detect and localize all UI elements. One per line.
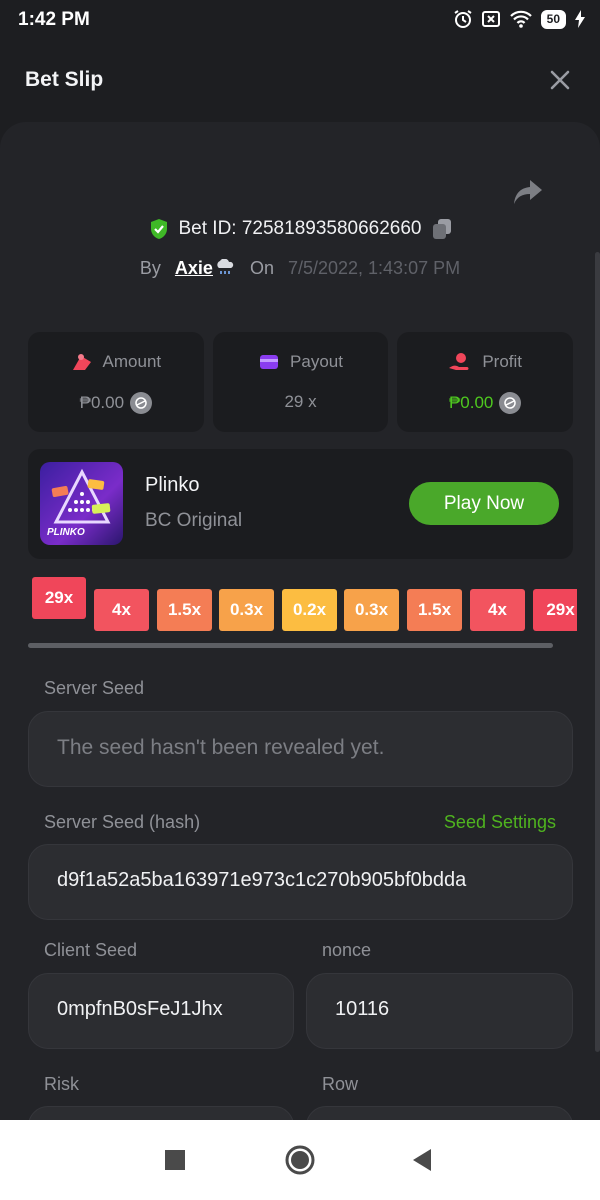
seed-settings-link[interactable]: Seed Settings — [444, 812, 556, 833]
profit-value-row: ₱0.00 — [397, 392, 573, 414]
user-name: Axie — [174, 258, 213, 278]
battery-indicator: 50 — [540, 9, 566, 29]
risk-label: Risk — [44, 1074, 79, 1094]
server-seed-value: The seed hasn't been revealed yet. — [57, 736, 385, 759]
row-field[interactable] — [306, 1106, 573, 1120]
amount-value: ₱0.00 — [79, 393, 125, 412]
plinko-thumbnail[interactable]: PLINKO — [40, 462, 123, 545]
server-seed-hash-field[interactable]: d9f1a52a5ba163971e973c1c270b905bf0bdda — [28, 844, 573, 920]
client-seed-field[interactable]: 0mpfnB0sFeJ1Jhx — [28, 973, 294, 1049]
client-seed-label: Client Seed — [44, 940, 138, 960]
bet-id-row: Bet ID: 72581893580662660 — [0, 218, 600, 240]
payout-label: Payout — [290, 352, 343, 371]
bet-id: Bet ID: 72581893580662660 — [178, 218, 422, 239]
bet-slip-header: Bet Slip — [0, 40, 600, 122]
payout-value-row: 29 x — [213, 392, 389, 412]
multiplier-slot: 29x — [533, 589, 577, 631]
nonce-label: nonce — [322, 940, 372, 960]
payout-icon — [260, 355, 279, 369]
amount-label: Amount — [102, 352, 162, 371]
recent-apps-icon[interactable] — [161, 1146, 189, 1174]
server-seed-label: Server Seed — [44, 678, 145, 698]
server-seed-field[interactable]: The seed hasn't been revealed yet. — [28, 711, 573, 787]
server-seed-hash-value: d9f1a52a5ba163971e973c1c270b905bf0bdda — [57, 869, 467, 891]
on-label: On — [249, 258, 274, 278]
currency-coin-icon — [499, 392, 522, 414]
amount-label-row: Amount — [28, 352, 204, 372]
nonce-field[interactable]: 10116 — [306, 973, 573, 1049]
multiplier-row: 29x 4x 1.5x 0.3x 0.2x 0.3x 1.5x 4x 29x — [32, 577, 577, 639]
multiplier-slot: 0.3x — [219, 589, 274, 631]
row-label: Row — [322, 1074, 359, 1094]
status-time: 1:42 PM — [18, 9, 90, 30]
bet-date: 7/5/2022, 1:43:07 PM — [287, 258, 461, 278]
system-nav-bar — [0, 1120, 600, 1200]
close-icon[interactable] — [548, 68, 572, 92]
currency-coin-icon — [130, 392, 153, 414]
plinko-thumb-label: PLINKO — [47, 527, 85, 538]
payout-label-row: Payout — [213, 352, 389, 372]
status-bar: 1:42 PM 50 — [0, 0, 600, 40]
wifi-icon — [509, 10, 532, 28]
bet-stats: Amount ₱0.00 Payout 29 x Profit ₱0.00 — [28, 332, 574, 432]
amount-value-row: ₱0.00 — [28, 392, 204, 414]
game-card: PLINKO Plinko BC Original Play Now — [28, 449, 573, 559]
multiplier-slot: 1.5x — [157, 589, 212, 631]
snow-cloud-icon — [217, 258, 234, 274]
client-seed-value: 0mpfnB0sFeJ1Jhx — [57, 998, 223, 1020]
amount-card: Amount ₱0.00 — [28, 332, 204, 432]
server-seed-hash-label: Server Seed (hash) — [44, 812, 201, 832]
page-title: Bet Slip — [25, 68, 104, 91]
payout-card: Payout 29 x — [212, 332, 389, 432]
bet-slip-sheet: Bet ID: 72581893580662660 By Axie On 7/5… — [0, 122, 600, 1120]
multiplier-slot: 0.2x — [282, 589, 337, 631]
no-sim-icon — [481, 11, 500, 27]
by-label: By — [139, 258, 161, 278]
user-link[interactable]: Axie — [175, 258, 236, 279]
profit-card: Profit ₱0.00 — [397, 332, 574, 432]
multiplier-slot: 1.5x — [407, 589, 462, 631]
status-icons: 50 — [453, 9, 586, 29]
game-subtitle: BC Original — [145, 510, 243, 531]
bet-meta-row: By Axie On 7/5/2022, 1:43:07 PM — [0, 258, 600, 279]
share-icon[interactable] — [512, 178, 544, 206]
payout-value: 29 x — [284, 392, 317, 411]
multiplier-scrollbar[interactable] — [28, 643, 553, 648]
profit-value: ₱0.00 — [448, 393, 494, 412]
amount-icon — [72, 354, 91, 370]
play-now-button[interactable]: Play Now — [409, 482, 559, 525]
game-title: Plinko — [145, 474, 200, 496]
copy-icon[interactable] — [432, 218, 452, 240]
risk-field[interactable] — [28, 1106, 294, 1120]
alarm-icon — [454, 10, 472, 28]
home-icon[interactable] — [284, 1144, 316, 1176]
profit-label: Profit — [482, 352, 523, 371]
shield-check-icon — [150, 219, 167, 239]
nonce-value: 10116 — [335, 998, 390, 1020]
scrollbar[interactable] — [595, 252, 600, 1052]
profit-label-row: Profit — [397, 352, 573, 372]
profit-icon — [449, 353, 469, 370]
multiplier-slot: 29x — [32, 577, 86, 619]
multiplier-slot: 0.3x — [344, 589, 399, 631]
multiplier-slot: 4x — [470, 589, 525, 631]
multiplier-slot: 4x — [94, 589, 149, 631]
charging-icon — [575, 10, 585, 28]
back-icon[interactable] — [409, 1146, 437, 1174]
